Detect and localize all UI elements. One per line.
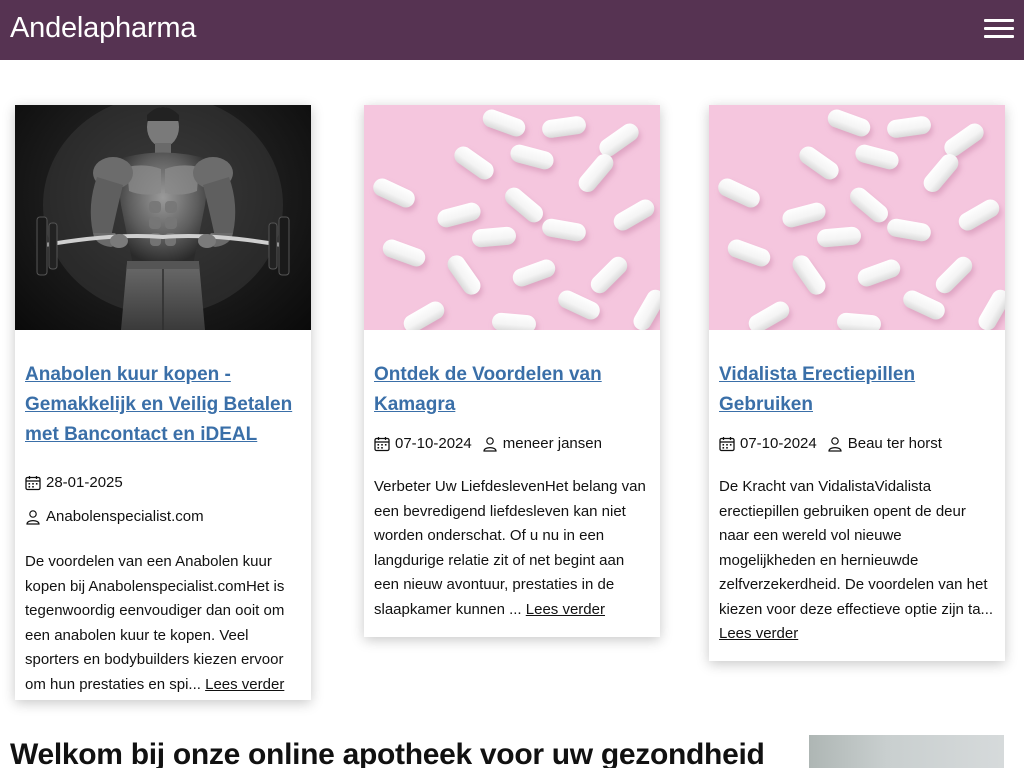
- post-author-text: Anabolenspecialist.com: [46, 508, 204, 525]
- hamburger-menu-icon[interactable]: [984, 18, 1014, 40]
- read-more-link[interactable]: Lees verder: [526, 601, 605, 618]
- post-excerpt: Verbeter Uw LiefdeslevenHet belang van e…: [374, 475, 650, 622]
- post-excerpt-text: De Kracht van VidalistaVidalista erectie…: [719, 478, 994, 618]
- user-icon: [827, 436, 843, 452]
- site-logo-link[interactable]: Andelapharma: [10, 12, 196, 45]
- post-card-body: Anabolen kuur kopen - Gemakkelijk en Vei…: [15, 330, 311, 697]
- menu-line: [984, 19, 1014, 22]
- side-image: [809, 735, 1004, 768]
- post-image-capsules[interactable]: [364, 105, 660, 330]
- post-author-text: Beau ter horst: [847, 435, 942, 452]
- user-icon: [482, 436, 498, 452]
- post-date: 07-10-2024: [374, 433, 472, 455]
- post-card-body: Ontdek de Voordelen van Kamagra 07-10-20…: [364, 330, 660, 622]
- post-excerpt-text: Verbeter Uw LiefdeslevenHet belang van e…: [374, 478, 646, 618]
- post-image-bodybuilder[interactable]: [15, 105, 311, 330]
- post-meta: 28-01-2025 Anabolenspecialist.com: [25, 472, 301, 528]
- menu-line: [984, 27, 1014, 30]
- post-date-text: 07-10-2024: [395, 435, 472, 452]
- post-card: Vidalista Erectiepillen Gebruiken 07-10-…: [709, 105, 1005, 661]
- calendar-icon: [25, 475, 41, 491]
- bodybuilder-with-barbell-photo: [36, 105, 290, 330]
- read-more-link[interactable]: Lees verder: [719, 625, 798, 642]
- white-capsules-on-pink-photo: [709, 105, 1005, 330]
- post-date-text: 28-01-2025: [46, 474, 123, 491]
- post-author: meneer jansen: [482, 433, 602, 455]
- post-card: Ontdek de Voordelen van Kamagra 07-10-20…: [364, 105, 660, 637]
- post-excerpt-text: De voordelen van een Anabolen kuur kopen…: [25, 553, 285, 693]
- page-heading: Welkom bij onze online apotheek voor uw …: [10, 738, 765, 768]
- post-card-body: Vidalista Erectiepillen Gebruiken 07-10-…: [709, 330, 1005, 647]
- post-image-capsules[interactable]: [709, 105, 1005, 330]
- site-header: Andelapharma: [0, 0, 1024, 60]
- post-title-link[interactable]: Anabolen kuur kopen - Gemakkelijk en Vei…: [25, 360, 301, 450]
- post-card: Anabolen kuur kopen - Gemakkelijk en Vei…: [15, 105, 311, 700]
- post-meta: 07-10-2024 Beau ter horst: [719, 433, 995, 455]
- post-meta: 07-10-2024 meneer jansen: [374, 433, 650, 455]
- post-title-link[interactable]: Ontdek de Voordelen van Kamagra: [374, 360, 650, 420]
- post-author: Anabolenspecialist.com: [25, 506, 301, 528]
- white-capsules-on-pink-photo: [364, 105, 660, 330]
- calendar-icon: [719, 436, 735, 452]
- post-date: 07-10-2024: [719, 433, 817, 455]
- post-date-text: 07-10-2024: [740, 435, 817, 452]
- menu-line: [984, 35, 1014, 38]
- user-icon: [25, 509, 41, 525]
- post-author: Beau ter horst: [827, 433, 942, 455]
- post-excerpt: De Kracht van VidalistaVidalista erectie…: [719, 475, 995, 647]
- post-title-link[interactable]: Vidalista Erectiepillen Gebruiken: [719, 360, 995, 420]
- post-excerpt: De voordelen van een Anabolen kuur kopen…: [25, 550, 301, 697]
- post-date: 28-01-2025: [25, 472, 301, 494]
- read-more-link[interactable]: Lees verder: [205, 676, 284, 693]
- post-author-text: meneer jansen: [502, 435, 602, 452]
- calendar-icon: [374, 436, 390, 452]
